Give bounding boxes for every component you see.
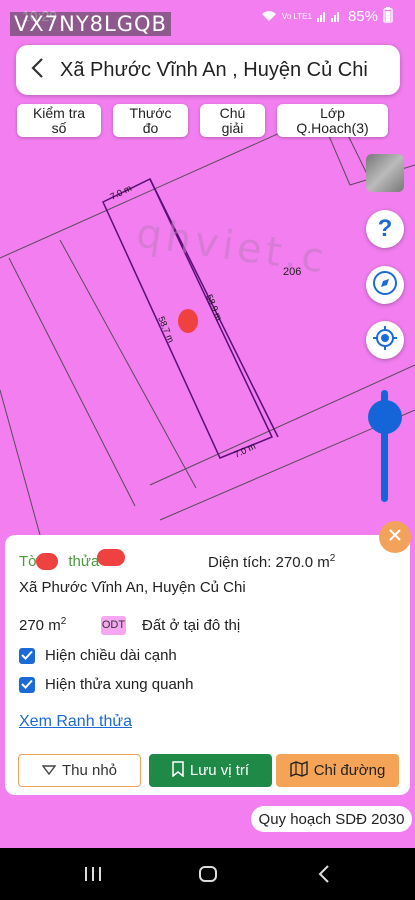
show-edge-length-label: Hiện chiều dài cạnh <box>45 647 177 664</box>
check-icon <box>21 676 33 694</box>
save-location-button[interactable]: Lưu vị trí <box>149 754 272 787</box>
planning-label-pill[interactable]: Quy hoạch SDĐ 2030 <box>251 806 412 832</box>
home-icon[interactable] <box>199 866 217 887</box>
location-title: Xã Phước Vĩnh An , Huyện Củ Chi <box>60 58 368 81</box>
measure-button[interactable]: Thước đo <box>113 104 188 137</box>
chevron-down-icon <box>41 762 57 779</box>
planning-layer-label-1: Lớp <box>320 104 345 121</box>
collapse-button[interactable]: Thu nhỏ <box>18 754 141 787</box>
sheet-parcel-label: Tờ thửa <box>19 553 99 570</box>
view-boundary-link[interactable]: Xem Ranh thửa <box>19 713 132 731</box>
selected-parcel-marker <box>178 309 198 333</box>
check-number-button[interactable]: Kiểm tra số <box>17 104 101 137</box>
area-unit-sup: 2 <box>329 553 336 564</box>
legend-label-2: giải <box>221 119 244 136</box>
save-location-label: Lưu vị trí <box>189 762 250 779</box>
legend-label-1: Chú <box>219 104 246 121</box>
compass-icon <box>372 270 398 301</box>
battery-label: 85% <box>347 8 378 25</box>
help-icon: ? <box>377 215 393 242</box>
measure-label-1: Thước <box>129 104 172 121</box>
directions-button[interactable]: Chỉ đường <box>276 754 399 787</box>
crosshair-icon <box>372 325 398 356</box>
collapse-label: Thu nhỏ <box>61 762 118 779</box>
wifi-icon <box>261 9 277 25</box>
parcel-location: Xã Phước Vĩnh An, Huyện Củ Chi <box>19 579 246 596</box>
system-nav-bar <box>0 848 415 900</box>
show-neighbors-label: Hiện thửa xung quanh <box>45 676 194 693</box>
my-location-button[interactable] <box>366 321 404 359</box>
redacted-parcel-number <box>97 549 125 566</box>
signal-icon <box>316 9 343 25</box>
area-short-sup: 2 <box>60 616 67 627</box>
planning-layer-button[interactable]: Lớp Q.Hoach(3) <box>277 104 388 137</box>
close-icon <box>388 528 402 547</box>
redacted-sheet-number <box>36 553 58 570</box>
legend-button[interactable]: Chú giải <box>200 104 265 137</box>
parcel-label: thửa <box>68 553 100 570</box>
measure-label-2: đo <box>142 119 159 136</box>
show-edge-length-checkbox[interactable] <box>19 648 35 664</box>
close-panel-button[interactable] <box>379 521 411 553</box>
watermark-id: VX7NY8LGQB <box>10 12 171 36</box>
chevron-left-icon <box>31 57 45 84</box>
land-use-badge: ODT <box>101 616 126 635</box>
back-nav-icon[interactable] <box>318 865 330 888</box>
battery-icon <box>383 7 393 26</box>
area-short-value: 270 m <box>19 617 61 634</box>
compass-button[interactable] <box>366 266 404 304</box>
help-button[interactable]: ? <box>366 210 404 248</box>
network-label: Vo LTE1 <box>281 12 312 21</box>
location-search-bar[interactable]: Xã Phước Vĩnh An , Huyện Củ Chi <box>16 45 400 95</box>
land-use-description: Đất ở tại đô thị <box>142 617 241 634</box>
directions-label: Chỉ đường <box>313 762 386 779</box>
check-number-label-2: số <box>51 119 67 136</box>
area-short: 270 m2 <box>19 616 66 634</box>
area-text: Diện tích: 270.0 m2 <box>208 553 335 571</box>
check-number-label-1: Kiểm tra <box>32 104 86 121</box>
map-icon <box>290 760 308 781</box>
recent-apps-icon[interactable] <box>84 866 102 887</box>
planning-layer-label-2: Q.Hoach(3) <box>296 119 369 136</box>
back-button[interactable] <box>16 45 60 95</box>
bookmark-icon <box>172 760 184 781</box>
basemap-layer-button[interactable] <box>366 154 404 192</box>
show-neighbors-checkbox[interactable] <box>19 677 35 693</box>
area-label: Diện tích: 270.0 m <box>208 554 330 571</box>
parcel-number-label: 206 <box>283 266 301 278</box>
check-icon <box>21 647 33 665</box>
